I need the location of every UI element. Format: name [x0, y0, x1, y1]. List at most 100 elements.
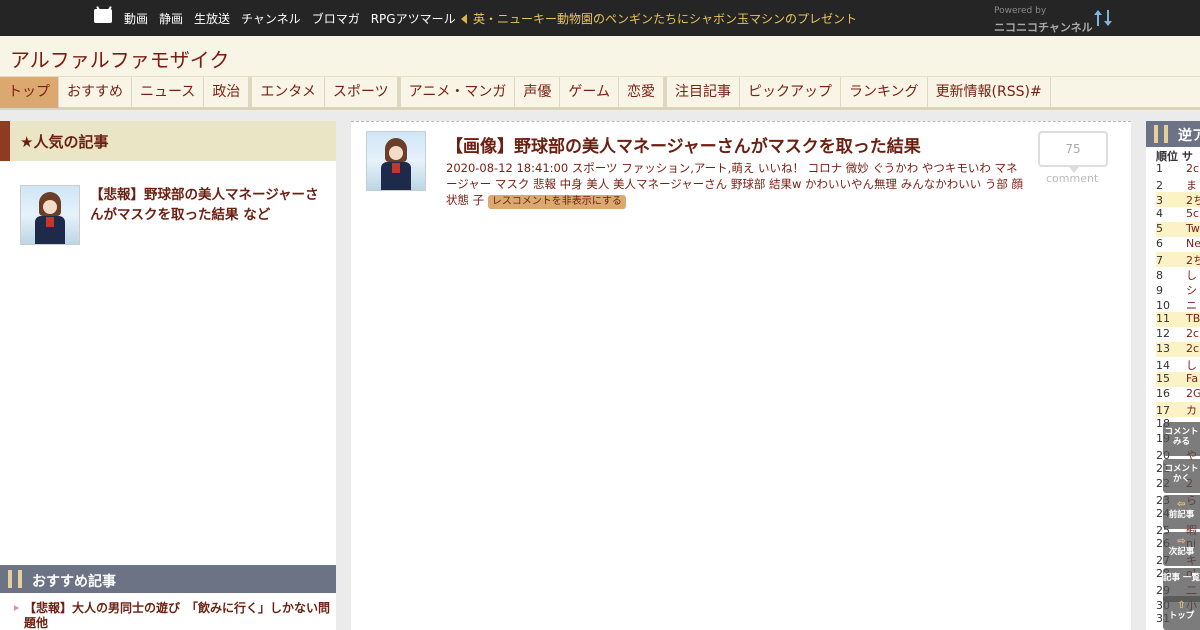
view-comments-button[interactable]: コメント みる [1163, 422, 1200, 456]
next-article-label: 次記事 [1168, 547, 1195, 557]
rank-site[interactable]: 2ち [1186, 194, 1200, 207]
popular-article-thumbnail[interactable] [20, 185, 80, 245]
rank-site[interactable]: 2G [1186, 387, 1200, 400]
next-article-button[interactable]: ⇨ 次記事 [1163, 532, 1200, 566]
comment-count-bubble[interactable]: 75 [1038, 131, 1108, 173]
rank-row[interactable]: 11 TB [1156, 312, 1200, 327]
recommend-article-title[interactable]: 【悲報】大人の男同士の遊び 「飲みに行く」しかない問題他 [14, 601, 330, 630]
nav-live[interactable]: 生放送 [194, 10, 230, 27]
arrow-up-icon: ⇧ [1177, 600, 1186, 611]
prev-article-button[interactable]: ⇦ 前記事 [1163, 495, 1200, 529]
arrow-left-icon: ⇦ [1177, 499, 1186, 510]
rank-row[interactable]: 3 2ち [1156, 192, 1200, 207]
write-comment-button[interactable]: コメント かく [1163, 459, 1200, 493]
niconico-tv-icon[interactable] [94, 9, 112, 23]
rank-row[interactable]: 12 2c [1156, 327, 1200, 342]
rank-row[interactable]: 13 2c [1156, 342, 1200, 357]
tab-romance[interactable]: 恋愛 [619, 77, 664, 108]
rank-site[interactable]: ま [1186, 179, 1197, 192]
service-nav: 動画 静画 生放送 チャンネル ブロマガ RPGアツマール [124, 10, 456, 27]
news-ticker[interactable]: 英・ニューキー動物園のペンギンたちにシャボン玉マシンのプレゼント [461, 10, 857, 27]
nav-seiga[interactable]: 静画 [159, 10, 183, 27]
powered-small: Powered by [994, 6, 1047, 16]
reverse-access-heading: 逆ア [1146, 121, 1200, 147]
comment-label: comment [1046, 172, 1099, 185]
tab-ranking[interactable]: ランキング [841, 77, 928, 108]
rank-number: 16 [1156, 387, 1170, 400]
powered-by[interactable]: Powered by ニコニコチャンネル [994, 6, 1093, 35]
rank-number: 9 [1156, 284, 1163, 297]
recommend-article-item[interactable]: 【悲報】大人の男同士の遊び 「飲みに行く」しかない問題他 [14, 601, 330, 630]
rank-number: 7 [1156, 254, 1163, 267]
rank-site[interactable]: Fa [1186, 372, 1198, 385]
rank-site[interactable]: し [1186, 359, 1197, 372]
rank-number: 10 [1156, 299, 1170, 312]
site-header: アルファルファモザイク [0, 36, 1200, 76]
article-list-label: 記事 一覧 [1163, 573, 1200, 583]
rank-site[interactable]: し [1186, 269, 1197, 282]
rank-site[interactable]: 2c [1186, 342, 1199, 355]
rank-site[interactable]: 5c [1186, 207, 1199, 220]
tab-top[interactable]: トップ [0, 77, 59, 108]
tab-entertainment[interactable]: エンタメ [249, 77, 325, 108]
arrow-right-icon: ⇨ [1177, 536, 1186, 547]
rank-row[interactable]: 7 2ち [1156, 252, 1200, 267]
tab-featured[interactable]: 注目記事 [663, 77, 740, 108]
rank-site[interactable]: ニ [1186, 299, 1197, 312]
bars-icon [1154, 125, 1168, 143]
rank-row[interactable]: 16 2G [1156, 387, 1200, 402]
popular-article-title[interactable]: 【悲報】野球部の美人マネージャーさんがマスクを取った結果 など [90, 185, 320, 225]
rank-site[interactable]: 2c [1186, 327, 1199, 340]
top-bar: 動画 静画 生放送 チャンネル ブロマガ RPGアツマール 英・ニューキー動物園… [0, 0, 1200, 36]
rank-row[interactable]: 6 Ne [1156, 237, 1200, 252]
tab-politics[interactable]: 政治 [204, 77, 250, 108]
rank-site[interactable]: Ne [1186, 237, 1200, 250]
nav-rpg[interactable]: RPGアツマール [371, 10, 456, 27]
popular-article-item[interactable]: 【悲報】野球部の美人マネージャーさんがマスクを取った結果 など [20, 185, 320, 245]
rank-row[interactable]: 4 5c [1156, 207, 1200, 222]
sort-icon[interactable] [1093, 8, 1113, 28]
tab-recommend[interactable]: おすすめ [59, 77, 132, 108]
rank-row[interactable]: 15 Fa [1156, 372, 1200, 387]
nav-video[interactable]: 動画 [124, 10, 148, 27]
tab-news[interactable]: ニュース [132, 77, 205, 108]
article-thumbnail[interactable] [366, 131, 426, 191]
rank-site[interactable]: TB [1186, 312, 1200, 325]
tab-voice-actor[interactable]: 声優 [515, 77, 561, 108]
rank-number: 11 [1156, 312, 1170, 325]
rank-row[interactable]: 1 2c [1156, 162, 1200, 177]
category-nav: トップ おすすめ ニュース 政治 エンタメ スポーツ アニメ・マンガ 声優 ゲー… [0, 76, 1200, 110]
rank-site[interactable]: シ [1186, 284, 1197, 297]
tab-game[interactable]: ゲーム [560, 77, 619, 108]
site-title[interactable]: アルファルファモザイク [10, 44, 229, 73]
rank-number: 15 [1156, 372, 1170, 385]
back-to-top-button[interactable]: ⇧ トップ [1163, 596, 1200, 630]
rank-site[interactable]: 2ち [1186, 254, 1200, 267]
rank-row[interactable]: 17 カ [1156, 402, 1200, 417]
rank-row[interactable]: 9シ [1156, 282, 1200, 297]
rank-site[interactable]: 2c [1186, 162, 1199, 175]
hide-comments-button[interactable]: レスコメントを非表示にする [487, 195, 626, 209]
rank-number: 13 [1156, 342, 1170, 355]
rank-row[interactable]: 10 ニ [1156, 297, 1200, 312]
bullet-triangle-icon [14, 605, 19, 611]
news-headline[interactable]: 英・ニューキー動物園のペンギンたちにシャボン玉マシンのプレゼント [473, 10, 857, 27]
rank-row[interactable]: 8し [1156, 267, 1200, 282]
tab-pickup[interactable]: ピックアップ [740, 77, 841, 108]
rank-row[interactable]: 5 Tw [1156, 222, 1200, 237]
tab-sports[interactable]: スポーツ [325, 77, 398, 108]
nav-blomaga[interactable]: ブロマガ [312, 10, 360, 27]
powered-big: ニコニコチャンネル [994, 21, 1093, 34]
article-title[interactable]: 【画像】野球部の美人マネージャーさんがマスクを取った結果 [446, 132, 921, 157]
rank-site[interactable]: Tw [1186, 222, 1200, 235]
rank-row[interactable]: 2ま [1156, 177, 1200, 192]
popular-heading-text: ★人気の記事 [20, 133, 109, 151]
rank-number: 1 [1156, 162, 1163, 175]
nav-channel[interactable]: チャンネル [241, 10, 301, 27]
rank-row[interactable]: 14 し [1156, 357, 1200, 372]
tab-rss[interactable]: 更新情報(RSS)# [928, 77, 1051, 108]
back-to-top-label: トップ [1168, 611, 1195, 621]
rank-site[interactable]: カ [1186, 404, 1197, 417]
rank-number: 12 [1156, 327, 1170, 340]
tab-anime-manga[interactable]: アニメ・マンガ [397, 77, 516, 108]
